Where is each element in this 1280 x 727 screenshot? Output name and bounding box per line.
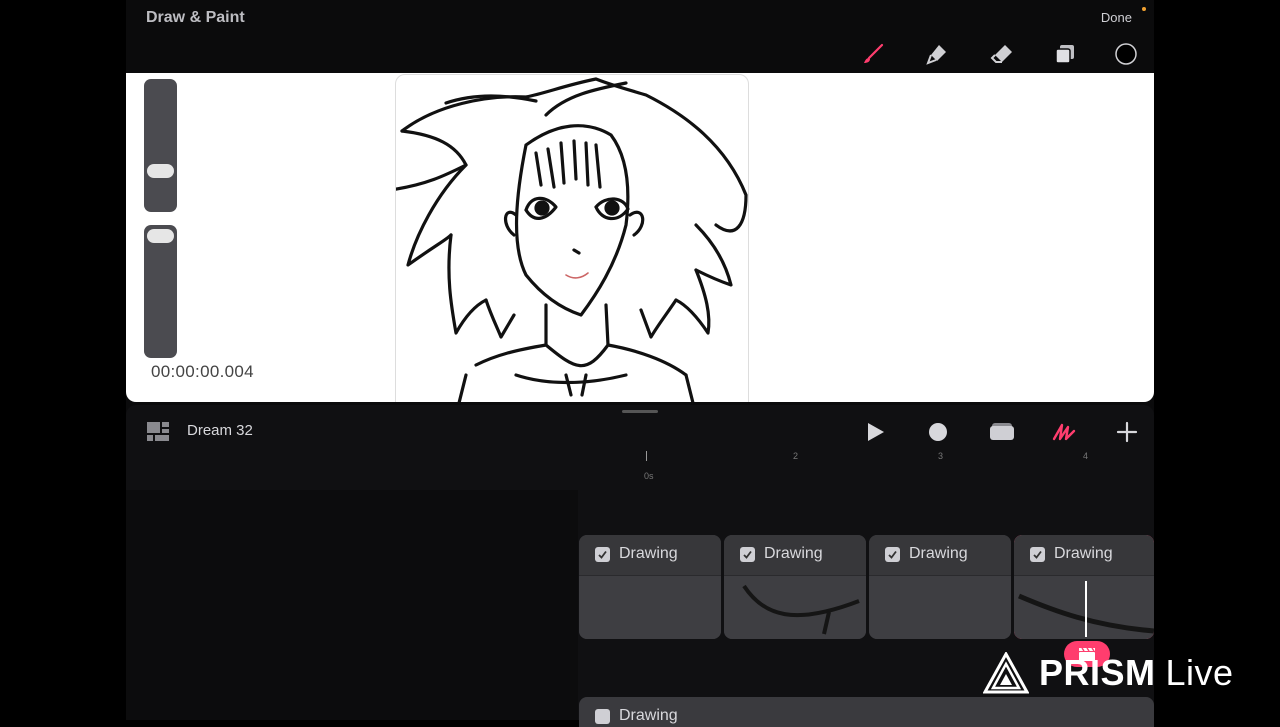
sketch-drawing <box>388 77 748 402</box>
clip-item[interactable]: Drawing <box>724 535 866 639</box>
grid-icon <box>147 422 169 441</box>
drawing-canvas-area[interactable]: 00:00:00.004 <box>126 73 1154 402</box>
top-bar: Draw & Paint Done <box>126 0 1154 73</box>
ruler-current-tick <box>646 451 647 461</box>
clip-label: Drawing <box>619 545 678 562</box>
clip-checkbox[interactable] <box>595 547 610 562</box>
clip-header: Drawing <box>579 535 721 576</box>
track-header-panel <box>126 490 578 720</box>
ruler-tick-label: 3 <box>938 451 944 461</box>
opacity-slider[interactable] <box>144 225 177 358</box>
checkmark-icon <box>888 550 897 559</box>
brush-size-slider[interactable] <box>144 79 177 212</box>
layers-tool-button[interactable] <box>1053 42 1077 66</box>
done-button[interactable]: Done <box>1101 10 1132 25</box>
clip-thumbnail <box>724 576 866 639</box>
brush-tool-button[interactable] <box>861 42 885 66</box>
media-button[interactable] <box>989 421 1015 443</box>
clip-checkbox[interactable] <box>885 547 900 562</box>
checkmark-icon <box>1033 550 1042 559</box>
clip-header: Drawing <box>724 535 866 576</box>
watermark-suffix: Live <box>1165 652 1234 693</box>
plus-icon <box>1116 421 1138 443</box>
scribble-icon <box>1052 423 1076 441</box>
clip-track-2[interactable]: Drawing <box>579 697 1154 727</box>
watermark-brand: PRISM <box>1039 652 1156 693</box>
color-icon <box>1115 43 1137 65</box>
eraser-tool-button[interactable] <box>990 42 1014 66</box>
clip-label: Drawing <box>1054 545 1113 562</box>
timecode-readout: 00:00:00.004 <box>151 362 254 381</box>
panel-grab-handle[interactable] <box>622 410 658 413</box>
play-icon <box>868 423 884 441</box>
layers-icon <box>1055 45 1074 64</box>
prism-logo-icon <box>983 652 1029 694</box>
prism-live-watermark: PRISM Live <box>983 650 1234 696</box>
app-window: Draw & Paint Done 00:00:00.004 Dream 32 … <box>126 0 1154 727</box>
clip-thumbnail <box>579 576 721 639</box>
clip-thumbnail <box>869 576 1011 639</box>
checkmark-icon <box>598 550 607 559</box>
recording-indicator <box>1142 7 1146 11</box>
project-name: Dream 32 <box>187 422 253 439</box>
clip-label: Drawing <box>619 707 678 724</box>
color-picker-button[interactable] <box>1114 42 1138 66</box>
clip-thumbnail-sketch <box>742 584 860 635</box>
page-title: Draw & Paint <box>146 9 245 26</box>
clip-thumbnail <box>1014 576 1154 639</box>
clip-thumbnail-sketch <box>1018 593 1154 634</box>
record-button[interactable] <box>925 421 951 443</box>
smudge-tool-button[interactable] <box>925 42 949 66</box>
clip-track: Drawing Drawing Drawing Drawing <box>579 535 1154 641</box>
clip-item[interactable]: Drawing <box>869 535 1011 639</box>
checkmark-icon <box>743 550 752 559</box>
clip-item[interactable]: Drawing <box>579 535 721 639</box>
brush-icon <box>864 43 884 63</box>
clip-label: Drawing <box>909 545 968 562</box>
project-browser-button[interactable] <box>147 422 169 441</box>
opacity-knob[interactable] <box>147 229 174 243</box>
brush-size-knob[interactable] <box>147 164 174 178</box>
drawing-paper[interactable] <box>388 74 749 402</box>
ruler-current-label: 0s <box>644 471 654 481</box>
record-icon <box>929 423 947 441</box>
clip-header: Drawing <box>1014 535 1154 576</box>
clip-header: Drawing <box>869 535 1011 576</box>
stack-icon <box>990 423 1014 440</box>
clip-checkbox[interactable] <box>1030 547 1045 562</box>
smudge-icon <box>926 45 946 65</box>
timeline-ruler[interactable]: 0s 2 3 4 <box>126 449 1154 489</box>
eraser-icon <box>990 45 1012 63</box>
clip-checkbox[interactable] <box>595 709 610 724</box>
play-button[interactable] <box>862 421 888 443</box>
clip-item-selected[interactable]: Drawing <box>1014 535 1154 639</box>
add-button[interactable] <box>1114 421 1140 443</box>
playhead[interactable] <box>1085 581 1087 637</box>
clip-checkbox[interactable] <box>740 547 755 562</box>
ruler-tick-label: 2 <box>793 451 799 461</box>
clip-label: Drawing <box>764 545 823 562</box>
ruler-tick-label: 4 <box>1083 451 1089 461</box>
draw-mode-button[interactable] <box>1051 421 1077 443</box>
